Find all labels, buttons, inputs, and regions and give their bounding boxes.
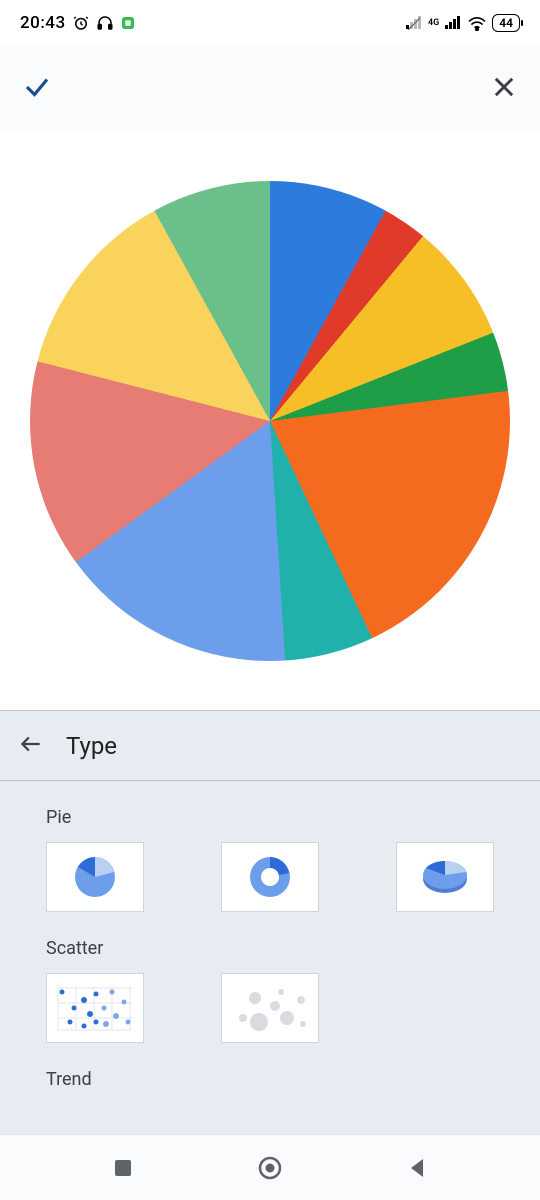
section-label-trend: Trend (46, 1069, 522, 1090)
section-label-pie: Pie (46, 807, 522, 828)
android-nav-bar (0, 1134, 540, 1200)
network-type-label: 4G (428, 18, 439, 28)
sheet-header: Type (0, 711, 540, 781)
chart-type-donut[interactable] (221, 842, 319, 912)
nav-recent-button[interactable] (103, 1148, 143, 1188)
chart-type-sheet: Type Pie (0, 710, 540, 1134)
close-button[interactable] (490, 73, 518, 105)
status-time: 20:43 (20, 13, 66, 33)
back-button[interactable] (18, 731, 44, 761)
wifi-icon (467, 15, 487, 31)
battery-indicator: 44 (492, 14, 520, 32)
nav-home-button[interactable] (250, 1148, 290, 1188)
headphones-icon (96, 14, 114, 32)
pie-chart (30, 181, 510, 661)
section-label-scatter: Scatter (46, 938, 522, 959)
chart-type-scatter[interactable] (46, 973, 144, 1043)
sheet-title: Type (66, 732, 117, 760)
confirm-button[interactable] (22, 72, 52, 106)
nav-back-button[interactable] (397, 1148, 437, 1188)
chart-type-bubble[interactable] (221, 973, 319, 1043)
alarm-icon (72, 14, 90, 32)
chart-type-pie[interactable] (46, 842, 144, 912)
chart-type-3d-pie[interactable] (396, 842, 494, 912)
editor-action-bar (0, 46, 540, 132)
status-bar: 20:43 4G 44 (0, 0, 540, 46)
signal-2-icon (444, 16, 462, 30)
app-badge-icon (120, 15, 136, 31)
chart-preview (0, 132, 540, 710)
signal-1-icon (405, 16, 423, 30)
